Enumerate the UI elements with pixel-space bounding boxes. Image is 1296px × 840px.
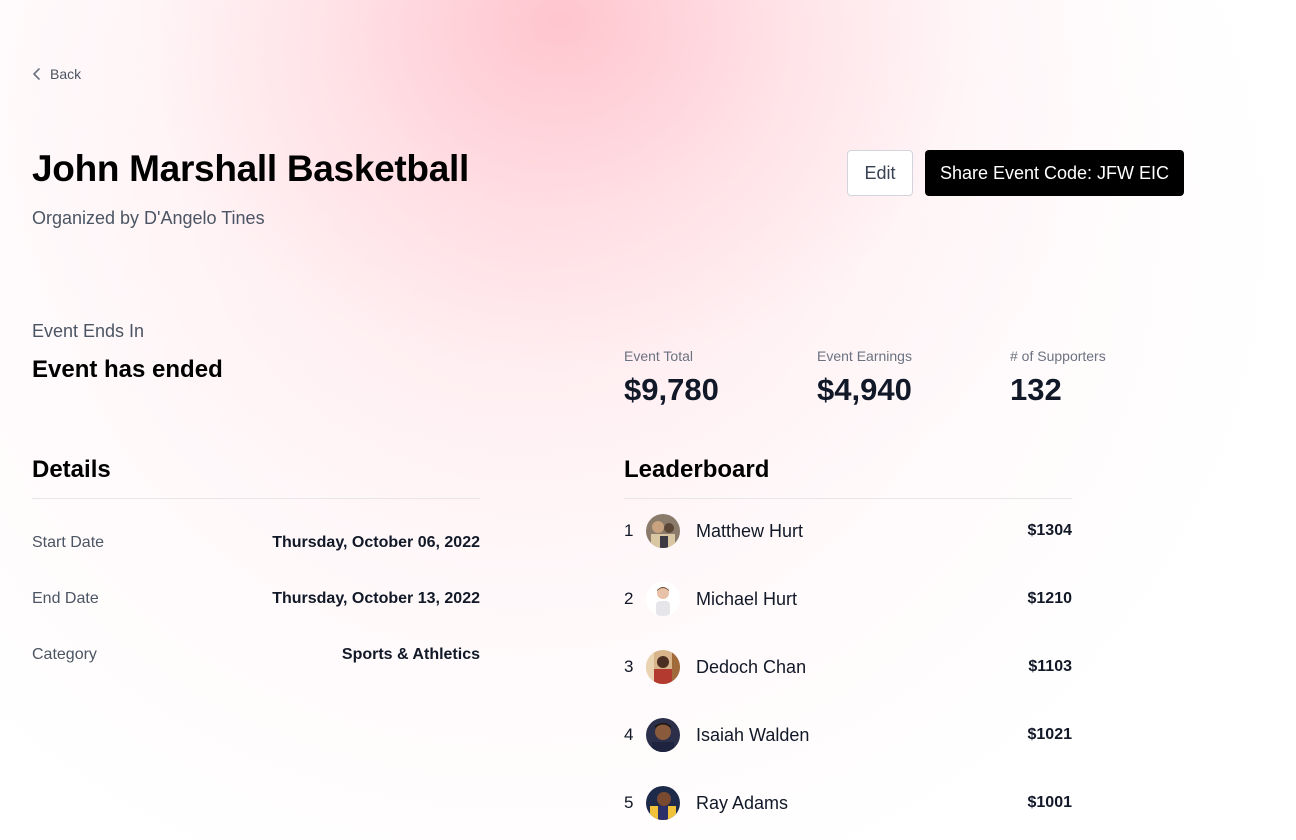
leaderboard-rank: 1 — [624, 521, 634, 540]
avatar — [646, 718, 680, 752]
avatar — [646, 514, 680, 548]
stat-supporters: # of Supporters 132 — [1010, 348, 1203, 408]
detail-value: Thursday, October 06, 2022 — [272, 534, 480, 551]
back-link[interactable]: Back — [32, 66, 81, 82]
stat-event-total: Event Total $9,780 — [624, 348, 817, 408]
leaderboard-divider — [624, 498, 1072, 499]
leaderboard-name: Matthew Hurt — [696, 520, 804, 541]
leaderboard-rank: 3 — [624, 657, 634, 676]
stat-label: # of Supporters — [1010, 348, 1106, 364]
detail-row-end-date: End Date Thursday, October 13, 2022 — [32, 587, 480, 611]
leaderboard-name: Dedoch Chan — [696, 656, 807, 677]
leaderboard-row[interactable]: 3 Dedoch Chan $1103 — [624, 649, 1072, 685]
leaderboard-row[interactable]: 4 Isaiah Walden $1021 — [624, 717, 1072, 753]
detail-value: Sports & Athletics — [341, 646, 480, 663]
leaderboard-amount: $1210 — [1027, 590, 1073, 607]
stat-value: $4,940 — [817, 372, 912, 407]
detail-label: Category — [32, 646, 97, 663]
leaderboard-row[interactable]: 5 Ray Adams $1001 — [624, 785, 1072, 821]
stat-event-earnings: Event Earnings $4,940 — [817, 348, 1010, 408]
details-title: Details — [32, 456, 111, 483]
detail-label: Start Date — [32, 534, 105, 551]
leaderboard-name: Isaiah Walden — [696, 724, 810, 745]
back-label: Back — [50, 66, 82, 82]
stat-label: Event Total — [624, 348, 694, 364]
countdown-value: Event has ended — [32, 356, 223, 383]
leaderboard-amount: $1021 — [1027, 726, 1073, 743]
chevron-left-icon — [32, 68, 42, 80]
detail-value: Thursday, October 13, 2022 — [272, 590, 480, 607]
details-divider — [32, 498, 480, 499]
stat-value: 132 — [1010, 372, 1062, 407]
stat-label: Event Earnings — [817, 348, 912, 364]
event-title: John Marshall Basketball — [32, 148, 469, 189]
stat-value: $9,780 — [624, 372, 719, 407]
leaderboard-rank: 5 — [624, 793, 634, 812]
avatar — [646, 582, 680, 616]
leaderboard-name: Michael Hurt — [696, 588, 798, 609]
leaderboard-row[interactable]: 1 Matthew Hurt $1304 — [624, 513, 1072, 549]
event-organizer: Organized by D'Angelo Tines — [32, 208, 265, 228]
edit-button[interactable]: Edit — [847, 150, 913, 196]
detail-label: End Date — [32, 590, 99, 607]
leaderboard-amount: $1103 — [1028, 658, 1072, 675]
leaderboard-row[interactable]: 2 Michael Hurt $1210 — [624, 581, 1072, 617]
detail-row-start-date: Start Date Thursday, October 06, 2022 — [32, 531, 480, 555]
share-event-code-button[interactable]: Share Event Code: JFW EIC — [925, 150, 1184, 196]
event-page: Back John Marshall Basketball Organized … — [0, 0, 1296, 840]
leaderboard-rank: 4 — [624, 725, 634, 744]
countdown-label: Event Ends In — [32, 321, 145, 341]
stats-row: Event Total $9,780 Event Earnings $4,940… — [624, 348, 1203, 408]
leaderboard-name: Ray Adams — [696, 792, 789, 813]
leaderboard-title: Leaderboard — [624, 456, 770, 483]
leaderboard-amount: $1304 — [1027, 522, 1073, 539]
leaderboard-rank: 2 — [624, 589, 634, 608]
avatar — [646, 786, 680, 820]
avatar — [646, 650, 680, 684]
leaderboard-amount: $1001 — [1027, 794, 1073, 811]
detail-row-category: Category Sports & Athletics — [32, 643, 480, 667]
